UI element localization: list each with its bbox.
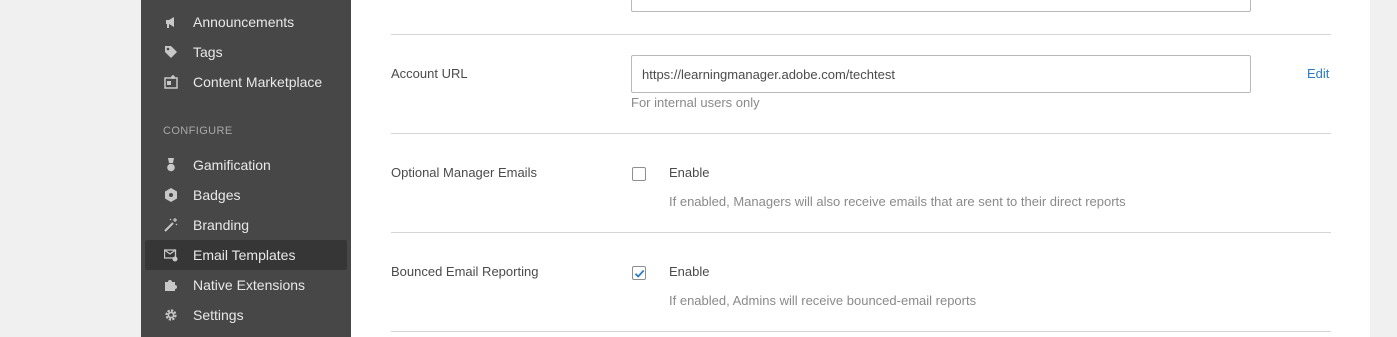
marketplace-icon [163,74,179,90]
sidebar-item-label: Native Extensions [193,277,306,293]
sidebar-item-label: Content Marketplace [193,74,323,90]
puzzle-icon [163,277,179,293]
bounced-email-reporting-hint: If enabled, Admins will receive bounced-… [669,293,977,308]
optional-manager-emails-checkbox[interactable] [632,167,646,181]
section-label-configure: CONFIGURE [163,125,233,137]
checkmark-icon [634,269,645,278]
sidebar-item-label: Announcements [193,14,295,30]
account-url-edit-link[interactable]: Edit [1307,66,1329,81]
account-url-hint: For internal users only [631,95,760,110]
sidebar-item-label: Badges [193,187,241,203]
sidebar: Announcements Tags Content Marketplace C… [141,0,351,337]
account-url-label: Account URL [391,66,468,81]
sidebar-item-label: Gamification [193,157,271,173]
sidebar-item-announcements[interactable]: Announcements [145,7,347,37]
sidebar-item-badges[interactable]: Badges [145,180,347,210]
sidebar-item-label: Tags [193,44,223,60]
account-url-input[interactable]: https://learningmanager.adobe.com/techte… [631,55,1251,93]
sidebar-item-native-extensions[interactable]: Native Extensions [145,270,347,300]
sidebar-item-content-marketplace[interactable]: Content Marketplace [145,67,347,97]
partial-input-field[interactable] [631,0,1251,12]
bounced-email-reporting-enable-label[interactable]: Enable [669,264,709,279]
sidebar-item-email-templates[interactable]: Email Templates [145,240,347,270]
bounced-email-reporting-label: Bounced Email Reporting [391,264,539,279]
badge-icon [163,187,179,203]
sidebar-item-branding[interactable]: Branding [145,210,347,240]
magic-wand-icon [163,217,179,233]
sidebar-item-label: Branding [193,217,250,233]
divider [391,331,1331,332]
sidebar-item-label: Settings [193,307,244,323]
settings-panel: Account URL https://learningmanager.adob… [351,0,1370,337]
divider [391,34,1331,35]
tag-icon [163,44,179,60]
email-settings-icon [163,247,179,263]
optional-manager-emails-hint: If enabled, Managers will also receive e… [669,194,1126,209]
medal-icon [163,157,179,173]
optional-manager-emails-label: Optional Manager Emails [391,165,537,180]
bounced-email-reporting-checkbox[interactable] [632,266,646,280]
optional-manager-emails-enable-label[interactable]: Enable [669,165,709,180]
megaphone-icon [163,14,179,30]
sidebar-item-label: Email Templates [193,247,296,263]
gear-icon [163,307,179,323]
sidebar-item-settings[interactable]: Settings [145,300,347,330]
sidebar-item-gamification[interactable]: Gamification [145,150,347,180]
divider [391,133,1331,134]
sidebar-item-tags[interactable]: Tags [145,37,347,67]
divider [391,232,1331,233]
